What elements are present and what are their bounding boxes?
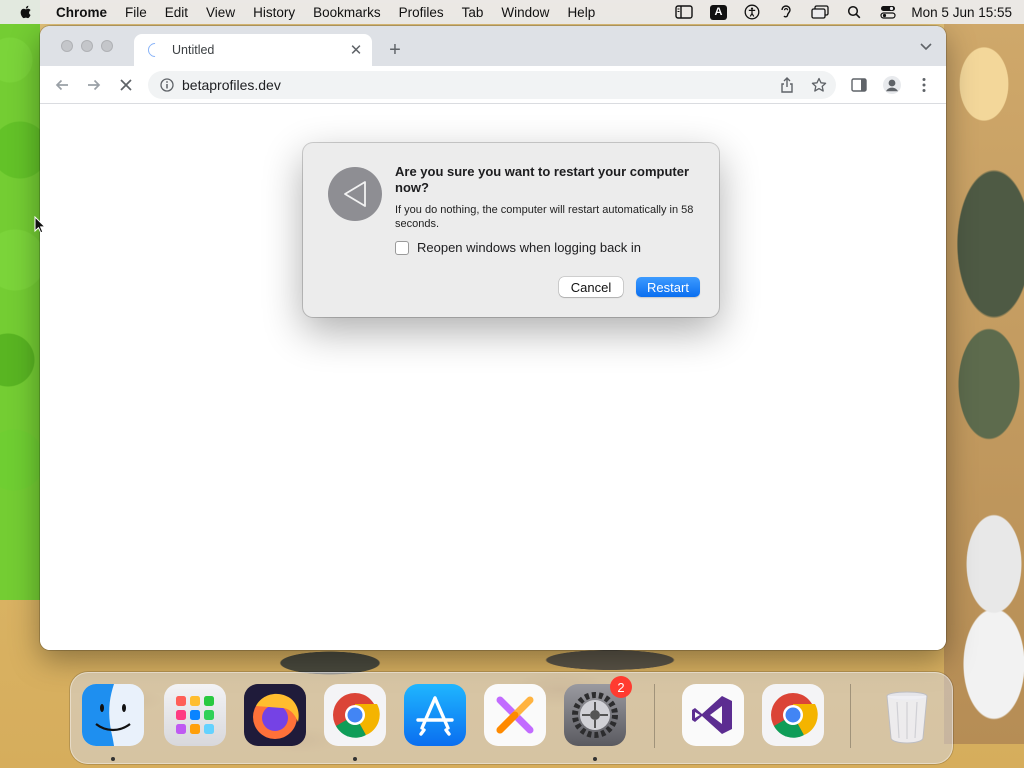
menu-window[interactable]: Window xyxy=(492,5,558,20)
dock-separator xyxy=(654,684,655,748)
dock-trash-icon[interactable] xyxy=(876,684,938,746)
menu-history[interactable]: History xyxy=(244,5,304,20)
menu-help[interactable]: Help xyxy=(558,5,604,20)
reopen-windows-checkbox[interactable]: Reopen windows when logging back in xyxy=(395,240,641,255)
more-menu-icon[interactable] xyxy=(914,75,934,95)
dock: 2 xyxy=(70,672,953,764)
input-source-badge: A xyxy=(709,4,727,20)
dock-chrome-icon[interactable] xyxy=(324,684,386,746)
dock-visual-studio-icon[interactable] xyxy=(682,684,744,746)
input-source-icon[interactable]: A xyxy=(709,4,727,20)
dock-separator-trash xyxy=(850,684,851,748)
dock-chrome-beta-icon[interactable] xyxy=(762,684,824,746)
dock-firefox-icon[interactable] xyxy=(244,684,306,746)
site-info-icon[interactable] xyxy=(160,78,174,92)
status-area: A Mon 5 Jun 15:55 xyxy=(667,0,1012,24)
menu-bookmarks[interactable]: Bookmarks xyxy=(304,5,390,20)
address-bar[interactable]: betaprofiles.dev xyxy=(148,71,836,99)
dock-finder-icon[interactable] xyxy=(82,684,144,746)
dock-app-store-icon[interactable] xyxy=(404,684,466,746)
bookmark-star-icon[interactable] xyxy=(810,76,828,94)
loading-spinner-icon xyxy=(145,40,165,60)
dock-system-preferences-icon[interactable]: 2 xyxy=(564,676,632,746)
restart-button[interactable]: Restart xyxy=(636,277,700,297)
screen-mirroring-icon[interactable] xyxy=(811,5,830,19)
new-tab-button[interactable]: + xyxy=(384,39,406,61)
restart-dialog: Are you sure you want to restart your co… xyxy=(303,143,719,317)
tab-strip: Untitled ✕ + xyxy=(40,26,946,66)
menu-tab[interactable]: Tab xyxy=(453,5,493,20)
accessibility-icon[interactable] xyxy=(743,4,761,20)
checkbox-box[interactable] xyxy=(395,240,409,255)
tab-search-chevron-icon[interactable] xyxy=(918,40,934,54)
menu-bar: Chrome File Edit View History Bookmarks … xyxy=(0,0,1024,24)
tab-title: Untitled xyxy=(172,43,215,57)
spotlight-search-icon[interactable] xyxy=(845,5,863,19)
control-center-icon[interactable] xyxy=(879,5,897,19)
back-arrow-icon[interactable] xyxy=(52,75,72,95)
menu-profiles[interactable]: Profiles xyxy=(390,5,453,20)
minimize-window-button[interactable] xyxy=(81,40,93,52)
apple-icon[interactable] xyxy=(18,4,34,20)
wallpaper-characters xyxy=(944,24,1024,744)
finder-running-dot xyxy=(111,757,115,761)
profile-avatar-icon[interactable] xyxy=(882,75,902,95)
zoom-window-button[interactable] xyxy=(101,40,113,52)
dialog-title: Are you sure you want to restart your co… xyxy=(395,164,690,195)
cancel-button[interactable]: Cancel xyxy=(559,277,623,297)
menu-edit[interactable]: Edit xyxy=(156,5,197,20)
close-window-button[interactable] xyxy=(61,40,73,52)
restart-alert-icon xyxy=(328,167,382,221)
dock-launchpad-icon[interactable] xyxy=(164,684,226,746)
menu-view[interactable]: View xyxy=(197,5,244,20)
tab-untitled[interactable]: Untitled ✕ xyxy=(134,34,372,66)
hearing-icon[interactable] xyxy=(777,5,795,19)
side-panel-icon[interactable] xyxy=(849,75,869,95)
notification-badge: 2 xyxy=(610,676,632,698)
window-controls xyxy=(61,40,113,52)
url-text[interactable]: betaprofiles.dev xyxy=(182,77,281,93)
dialog-message: If you do nothing, the computer will res… xyxy=(395,204,694,230)
dock-dev-tool-icon[interactable] xyxy=(484,684,546,746)
checkbox-label[interactable]: Reopen windows when logging back in xyxy=(417,240,641,255)
chrome-running-dot xyxy=(353,757,357,761)
share-icon[interactable] xyxy=(778,76,796,94)
chrome-window: Untitled ✕ + betaprofiles.dev xyxy=(40,26,946,650)
forward-arrow-icon[interactable] xyxy=(84,75,104,95)
menu-app-name[interactable]: Chrome xyxy=(47,5,116,20)
menu-clock[interactable]: Mon 5 Jun 15:55 xyxy=(911,5,1012,20)
sidebar-menu-icon[interactable] xyxy=(675,5,694,19)
mouse-pointer-icon xyxy=(34,216,46,234)
browser-toolbar: betaprofiles.dev xyxy=(40,66,946,104)
stop-loading-icon[interactable] xyxy=(116,75,136,95)
system-preferences-running-dot xyxy=(593,757,597,761)
tab-close-icon[interactable]: ✕ xyxy=(348,42,364,59)
menu-file[interactable]: File xyxy=(116,5,156,20)
